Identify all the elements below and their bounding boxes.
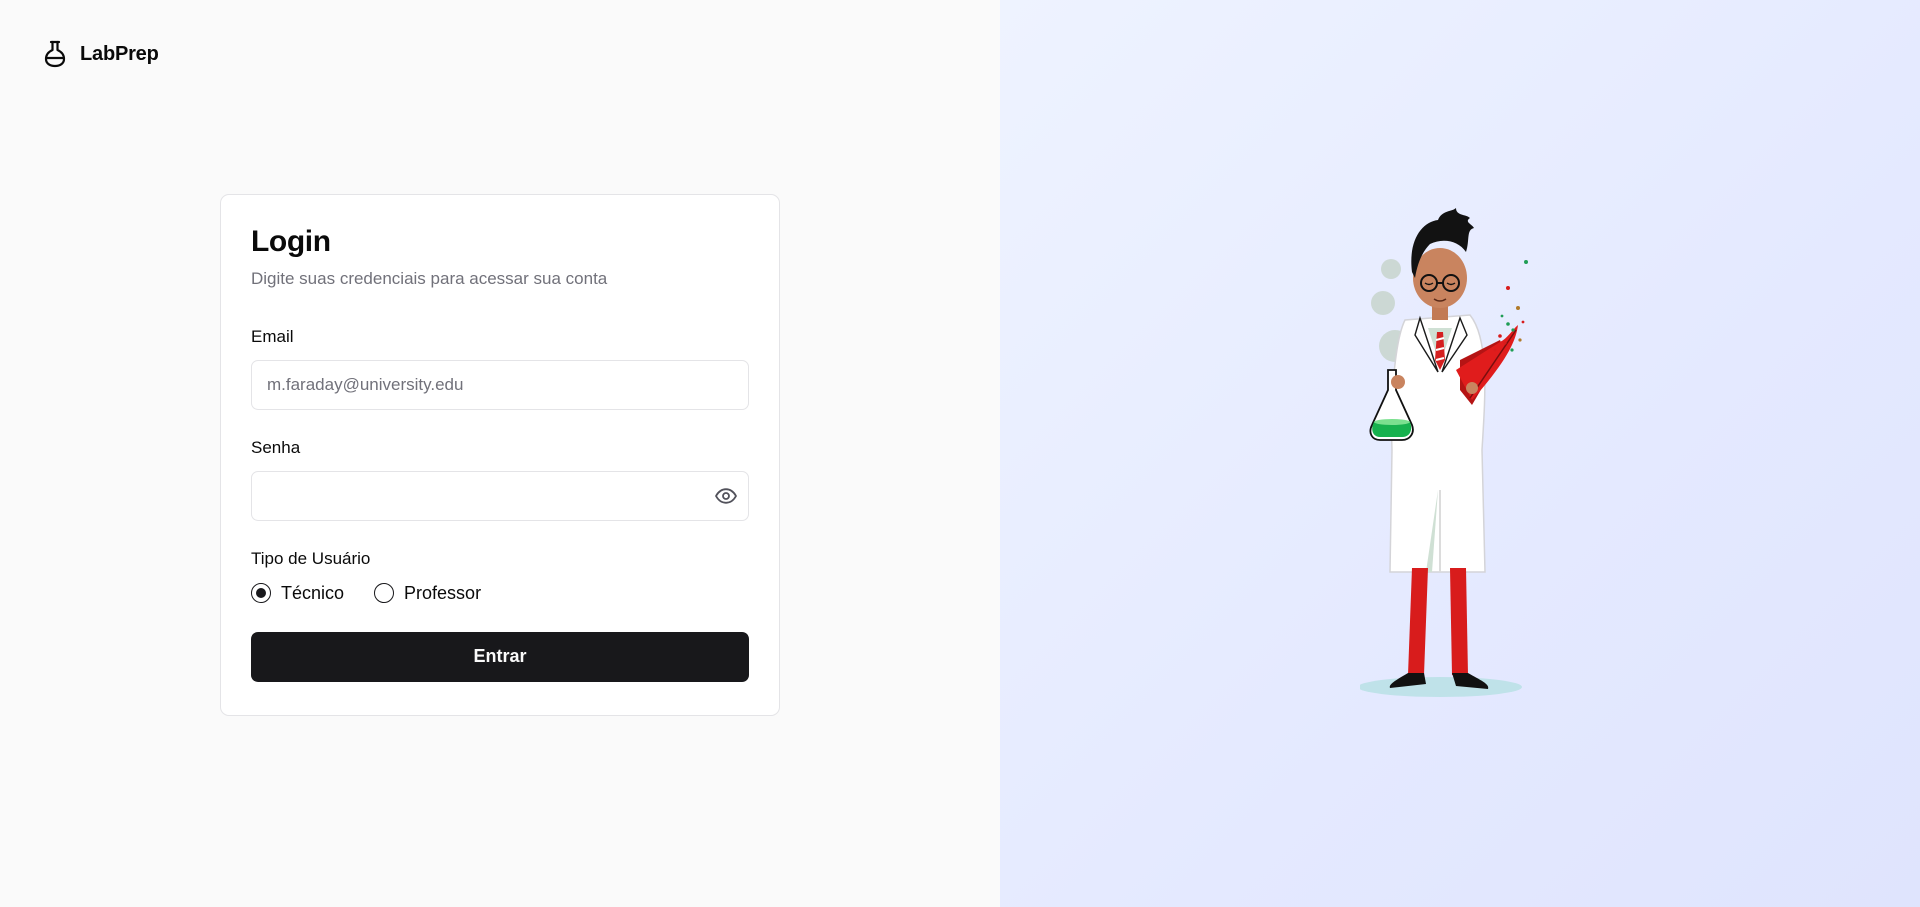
brand: LabPrep — [42, 39, 159, 69]
radio-option-tecnico[interactable]: Técnico — [251, 583, 344, 604]
login-panel: LabPrep Login Digite suas credenciais pa… — [0, 0, 1000, 907]
radio-tecnico-label: Técnico — [281, 582, 345, 603]
login-card: Login Digite suas credenciais para acess… — [220, 194, 780, 716]
user-type-label: Tipo de Usuário — [251, 548, 371, 568]
password-field[interactable] — [251, 470, 749, 521]
radio-professor-label: Professor — [404, 582, 482, 603]
email-label: Email — [251, 326, 294, 346]
brand-name: LabPrep — [80, 42, 159, 65]
email-field-wrap — [251, 359, 749, 410]
login-title: Login — [251, 225, 331, 258]
illustration-panel — [1000, 0, 1920, 907]
flask-icon — [42, 39, 68, 69]
radio-tecnico[interactable] — [251, 583, 271, 603]
login-subtitle: Digite suas credenciais para acessar sua… — [251, 268, 608, 288]
radio-professor[interactable] — [374, 583, 395, 603]
login-submit-button[interactable]: Entrar — [251, 631, 749, 682]
password-label: Senha — [251, 437, 301, 457]
eye-icon[interactable] — [713, 484, 739, 508]
user-type-radio-group: Técnico Professor — [251, 583, 749, 604]
password-field-wrap — [251, 470, 749, 521]
radio-option-professor[interactable]: Professor — [374, 583, 481, 604]
scientist-illustration — [1360, 208, 1528, 697]
email-field[interactable] — [251, 359, 749, 410]
